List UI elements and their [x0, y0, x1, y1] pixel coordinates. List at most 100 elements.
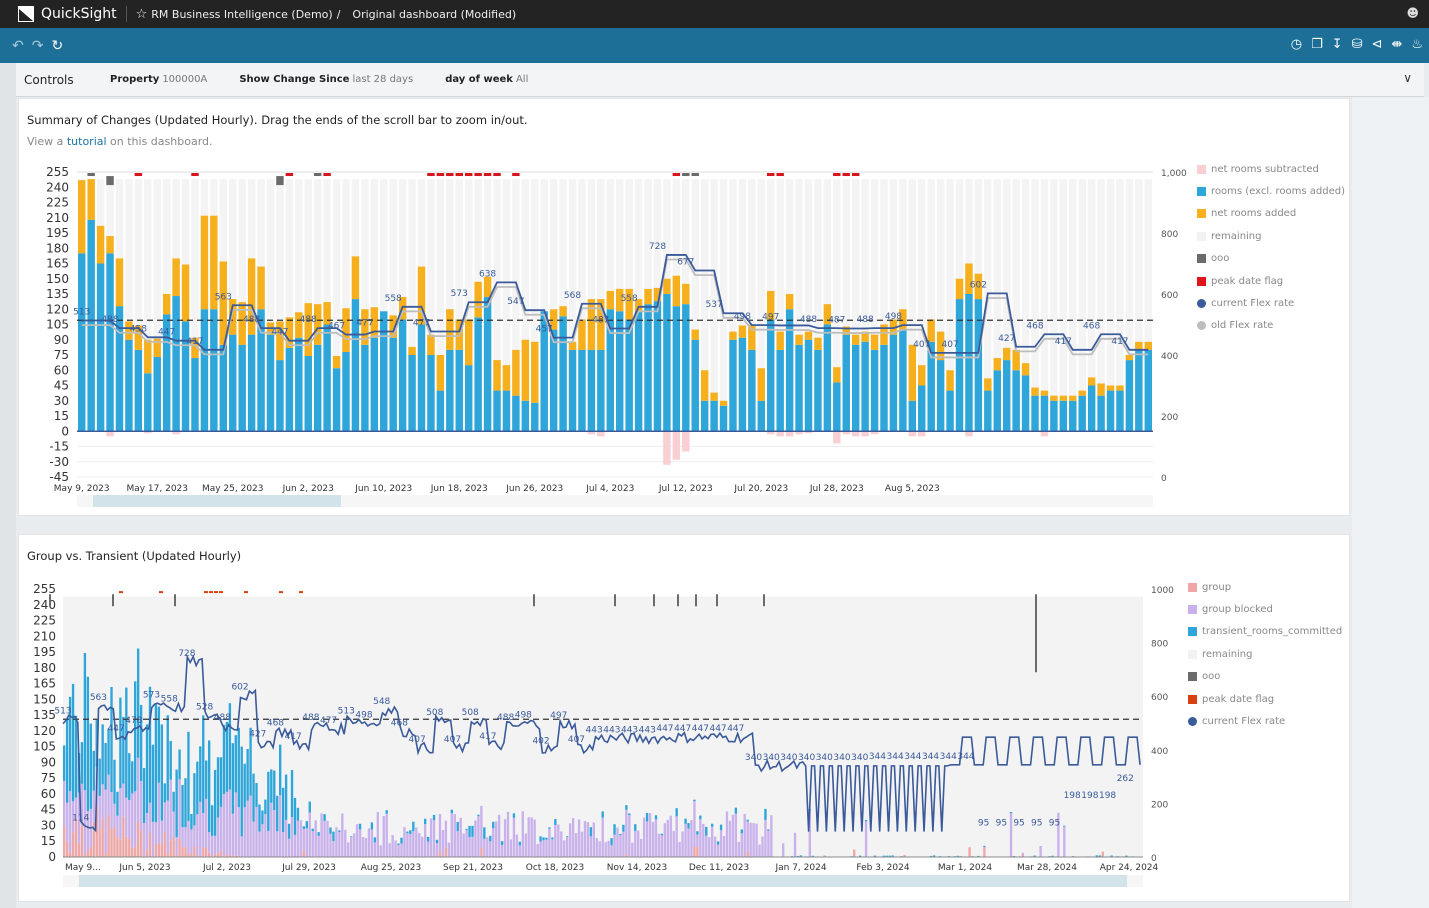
- flex-rate-label: 417: [479, 732, 496, 742]
- legend-label: transient_rooms_committed: [1202, 626, 1343, 638]
- group-blocked-bar: [358, 829, 362, 857]
- net-added-bar: [427, 334, 435, 355]
- fit-width-icon[interactable]: ⇼: [1391, 37, 1402, 52]
- legend-item[interactable]: ooo: [1188, 666, 1342, 688]
- group-blocked-bar: [190, 829, 193, 855]
- database-icon[interactable]: ⛁: [1352, 37, 1363, 52]
- group-blocked-bar: [299, 820, 303, 857]
- group-blocked-bar: [1063, 826, 1066, 857]
- transient-bar: [172, 791, 175, 812]
- quicksight-logo[interactable]: QuickSight: [18, 6, 117, 22]
- rooms-bar: [370, 337, 379, 432]
- undo-icon[interactable]: ↶: [12, 38, 24, 54]
- group-blocked-bar: [758, 844, 761, 857]
- group-transient-chart[interactable]: 2552402252101951801651501351201059075604…: [19, 535, 1351, 903]
- group-blocked-bar: [184, 827, 187, 848]
- legend-item[interactable]: transient_rooms_committed: [1188, 621, 1342, 643]
- legend-item[interactable]: peak date flag: [1197, 270, 1345, 292]
- control-day-of-week[interactable]: day of week All: [445, 74, 528, 85]
- favorite-star-icon[interactable]: ☆: [136, 7, 148, 22]
- transient-bar: [210, 805, 214, 836]
- group-bar: [746, 851, 749, 857]
- legend-item[interactable]: group: [1188, 576, 1342, 598]
- flex-rate-label: 344: [869, 752, 886, 762]
- scrollbar-thumb[interactable]: [79, 875, 1127, 887]
- controls-title[interactable]: Controls: [24, 73, 110, 87]
- rooms-bar: [663, 294, 671, 432]
- transient-bar: [225, 721, 229, 792]
- summary-chart[interactable]: 2552402252101951801651501351201059075604…: [19, 99, 1351, 517]
- rooms-bar: [1125, 360, 1134, 432]
- flex-rate-label: 447: [692, 724, 709, 734]
- group-bar: [104, 853, 107, 857]
- bell-icon[interactable]: ♨: [1411, 37, 1423, 52]
- chevron-down-icon[interactable]: ∨: [1403, 71, 1412, 85]
- group-blocked-bar: [196, 814, 199, 856]
- control-property[interactable]: Property 100000A: [110, 74, 207, 85]
- rooms-bar: [889, 334, 898, 432]
- net-subtracted-bar: [861, 431, 869, 437]
- user-icon[interactable]: ☻: [1406, 6, 1419, 20]
- group-blocked-bar: [246, 800, 249, 857]
- group-blocked-bar: [465, 829, 468, 857]
- legend-item[interactable]: rooms (excl. rooms added): [1197, 180, 1345, 202]
- group-blocked-bar: [373, 842, 377, 857]
- y-tick-label: 210: [46, 211, 69, 225]
- legend-item[interactable]: remaining: [1188, 643, 1342, 665]
- transient-bar: [178, 749, 181, 780]
- breadcrumb-analysis[interactable]: RM Business Intelligence (Demo): [151, 8, 332, 21]
- transient-bar: [512, 813, 516, 818]
- group-blocked-bar: [530, 817, 533, 857]
- net-added-bar: [1087, 377, 1096, 386]
- rooms-bar: [474, 317, 482, 432]
- download-icon[interactable]: ↧: [1332, 37, 1343, 52]
- legend-item[interactable]: ooo: [1197, 248, 1345, 270]
- group-blocked-bar: [370, 829, 374, 857]
- legend-item[interactable]: net rooms added: [1197, 203, 1345, 225]
- peak-date-flag: [323, 173, 331, 177]
- group-blocked-bar: [279, 795, 282, 857]
- y-tick-label: -45: [49, 470, 69, 484]
- flex-rate-label: 513: [73, 308, 90, 318]
- group-blocked-bar: [554, 824, 557, 857]
- control-show-change-since[interactable]: Show Change Since last 28 days: [239, 74, 413, 85]
- legend-item[interactable]: current Flex rate: [1197, 292, 1345, 314]
- clock-icon[interactable]: ◷: [1291, 37, 1302, 52]
- peak-date-flag: [493, 173, 501, 177]
- legend-item[interactable]: remaining: [1197, 225, 1345, 247]
- scrollbar-thumb[interactable]: [93, 495, 341, 507]
- group-blocked-bar: [240, 836, 243, 857]
- rooms-bar: [785, 309, 794, 432]
- flex-rate-label: 498: [355, 711, 372, 721]
- transient-bar: [634, 824, 637, 831]
- x-tick-label: May 9, 2023: [54, 484, 110, 494]
- legend-item[interactable]: old Flex rate: [1197, 315, 1345, 337]
- group-blocked-bar: [731, 814, 735, 857]
- peak-date-flag: [279, 591, 283, 594]
- flex-rate-label: 488: [857, 315, 874, 325]
- legend-item[interactable]: net rooms subtracted: [1197, 158, 1345, 180]
- group-bar: [205, 847, 208, 857]
- redo-icon[interactable]: ↷: [32, 38, 44, 54]
- rooms-bar: [1059, 400, 1068, 432]
- group-bar: [86, 850, 90, 857]
- ooo-flag: [49, 594, 51, 607]
- net-added-bar: [446, 309, 454, 350]
- legend-item[interactable]: peak date flag: [1188, 688, 1342, 710]
- net-added-bar: [1125, 355, 1134, 361]
- legend-item[interactable]: group blocked: [1188, 598, 1342, 620]
- group-blocked-bar: [376, 812, 380, 857]
- y-tick-label: 180: [46, 241, 69, 255]
- transient-bar: [116, 791, 119, 816]
- bookmark-icon[interactable]: ❐: [1311, 37, 1323, 52]
- group-blocked-bar: [270, 802, 273, 857]
- reset-icon[interactable]: ↻: [51, 38, 63, 54]
- share-icon[interactable]: ⊲: [1372, 37, 1383, 52]
- legend-item[interactable]: current Flex rate: [1188, 710, 1342, 732]
- flex-rate-label: 427: [249, 730, 266, 740]
- flex-rate-label: 198: [1081, 791, 1098, 801]
- transient-bar: [426, 836, 430, 842]
- group-blocked-bar: [193, 825, 196, 847]
- transient-bar: [148, 686, 152, 803]
- transient-bar: [329, 827, 332, 834]
